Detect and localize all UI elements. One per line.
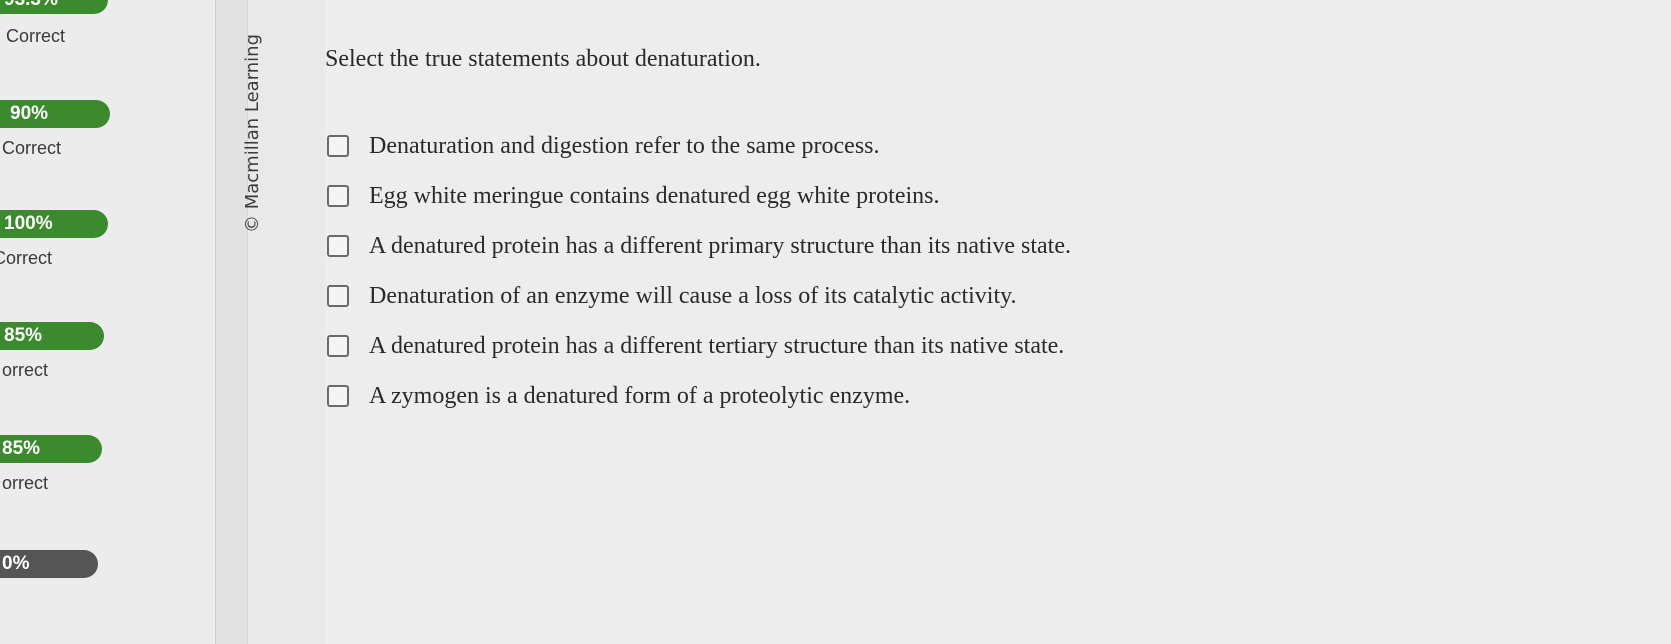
question-area: Select the true statements about denatur… (325, 0, 1671, 644)
checkbox[interactable] (327, 235, 349, 257)
option-label: Egg white meringue contains denatured eg… (369, 182, 940, 209)
score-badge: 90% (0, 100, 110, 128)
score-label: Correct (0, 248, 53, 268)
answer-option[interactable]: A denatured protein has a different tert… (327, 326, 1064, 366)
option-label: A denatured protein has a different tert… (369, 332, 1065, 359)
option-label: Denaturation and digestion refer to the … (369, 132, 880, 159)
score-label: Correct (2, 138, 62, 158)
answer-option[interactable]: Denaturation and digestion refer to the … (327, 126, 880, 166)
answer-option[interactable]: A zymogen is a denatured form of a prote… (327, 376, 910, 416)
option-label: A zymogen is a denatured form of a prote… (369, 382, 911, 409)
score-badge: 85% (0, 435, 102, 463)
score-label: orrect (2, 473, 49, 493)
answer-option[interactable]: A denatured protein has a different prim… (327, 226, 1071, 266)
score-badge: 0% (0, 550, 98, 578)
score-badge: 85% (0, 322, 104, 350)
checkbox[interactable] (327, 135, 349, 157)
option-label: A denatured protein has a different prim… (369, 232, 1071, 259)
score-label: orrect (2, 360, 49, 380)
score-label: Correct (6, 26, 66, 46)
score-sidebar: 93.3% Correct 90% Correct 100% Correct 8… (0, 0, 215, 644)
checkbox[interactable] (327, 285, 349, 307)
option-label: Denaturation of an enzyme will cause a l… (369, 282, 1017, 309)
answer-option[interactable]: Denaturation of an enzyme will cause a l… (327, 276, 1017, 316)
copyright-credit: © Macmillan Learning (242, 33, 263, 233)
checkbox[interactable] (327, 185, 349, 207)
checkbox[interactable] (327, 385, 349, 407)
question-prompt: Select the true statements about denatur… (325, 46, 761, 72)
score-badge: 100% (0, 210, 108, 238)
score-badge: 93.3% (0, 0, 108, 14)
checkbox[interactable] (327, 335, 349, 357)
answer-option[interactable]: Egg white meringue contains denatured eg… (327, 176, 940, 216)
